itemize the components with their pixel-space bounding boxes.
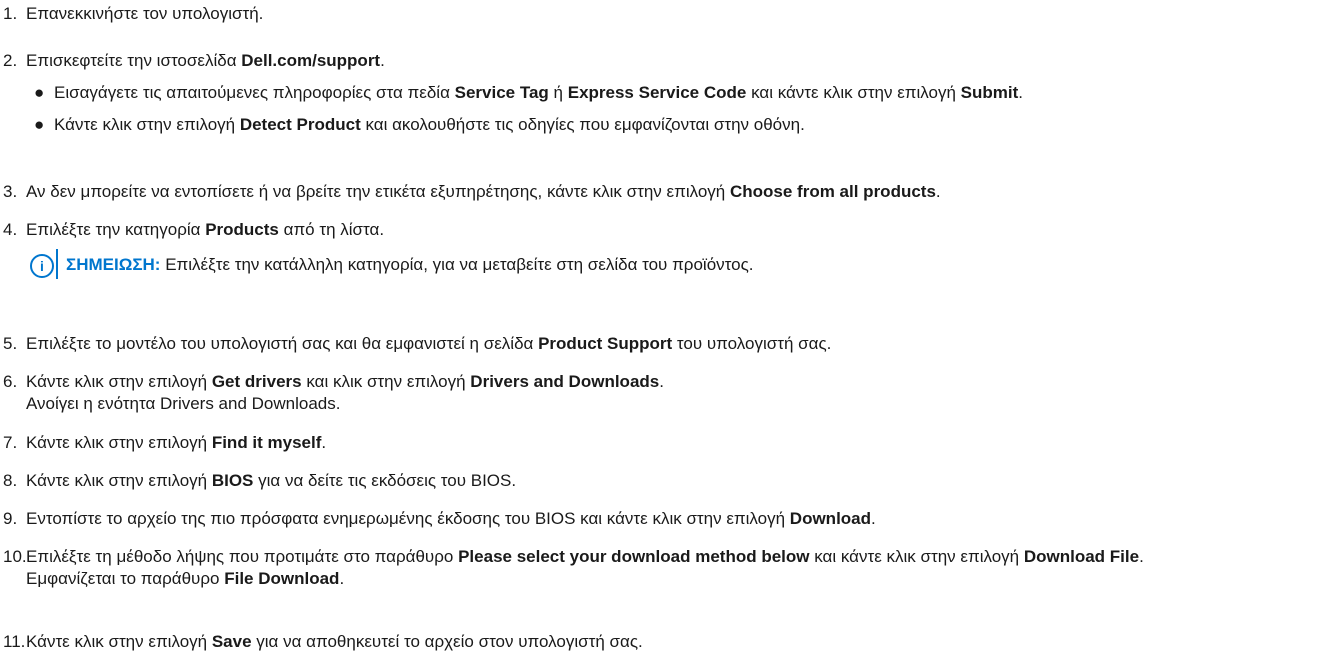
text-run: Ανοίγει η ενότητα Drivers and Downloads. (26, 394, 341, 413)
step-9: 9. Εντοπίστε το αρχείο της πιο πρόσφατα … (0, 508, 1329, 530)
text-run: από τη λίστα. (278, 220, 385, 239)
step-5: 5. Επιλέξτε το μοντέλο του υπολογιστή σα… (0, 333, 1329, 355)
step-number: 8. (3, 471, 18, 490)
bold-term: File Download (224, 569, 340, 588)
text-run: Κάντε κλικ στην επιλογή (26, 471, 212, 490)
text-run: Κάντε κλικ στην επιλογή (26, 632, 212, 651)
note-divider (56, 249, 58, 279)
bold-term: Express Service Code (567, 83, 747, 102)
text-run: Επιλέξτε την κατηγορία (26, 220, 206, 239)
bold-term: Download (789, 509, 872, 528)
step-text: Επανεκκινήστε τον υπολογιστή. (26, 3, 1329, 25)
text-run: Εντοπίστε το αρχείο της πιο πρόσφατα ενη… (26, 509, 790, 528)
text-run: . (935, 182, 941, 201)
text-run: . (380, 51, 385, 70)
step-1: 1. Επανεκκινήστε τον υπολογιστή. (0, 3, 1329, 25)
text-run: . (339, 569, 345, 588)
step-number: 10. (3, 547, 27, 566)
bullet-dot-icon: ● (34, 115, 45, 134)
note-text: ΣΗΜΕΙΩΣΗ: Επιλέξτε την κατάλληλη κατηγορ… (66, 254, 754, 276)
text-run: . (1018, 83, 1024, 102)
step-7: 7. Κάντε κλικ στην επιλογή Find it mysel… (0, 432, 1329, 454)
text-run: . (1139, 547, 1144, 566)
step-number: 9. (3, 509, 18, 528)
note-box: i ΣΗΜΕΙΩΣΗ: Επιλέξτε την κατάλληλη κατηγ… (26, 249, 1329, 287)
bold-term: Product Support (538, 334, 673, 353)
text-run: και κλικ στην επιλογή (301, 372, 471, 391)
text-run: Κάντε κλικ στην επιλογή (26, 372, 212, 391)
step-number: 3. (3, 182, 18, 201)
text-run: . (321, 433, 327, 452)
text-run: του υπολογιστή σας. (672, 334, 832, 353)
text-run: Επανεκκινήστε τον υπολογιστή. (26, 4, 264, 23)
step-number: 11. (3, 632, 26, 651)
sub-bullet-list: ● Εισαγάγετε τις απαιτούμενες πληροφορίε… (26, 82, 1329, 136)
bold-term: Choose from all products (730, 182, 936, 201)
instructions-page: 1. Επανεκκινήστε τον υπολογιστή. 2. Επισ… (0, 0, 1341, 659)
step-text: Επιλέξτε τη μέθοδο λήψης που προτιμάτε σ… (26, 546, 1329, 590)
text-run: και κάντε κλικ στην επιλογή (746, 83, 961, 102)
note-label: ΣΗΜΕΙΩΣΗ: (66, 255, 161, 274)
bold-term: Get drivers (211, 372, 302, 391)
bullet-item: ● Κάντε κλικ στην επιλογή Detect Product… (26, 114, 1329, 136)
text-run: και ακολουθήστε τις οδηγίες που εμφανίζο… (360, 115, 805, 134)
info-icon: i (30, 254, 54, 278)
bold-term: Save (211, 632, 252, 651)
step-text: Κάντε κλικ στην επιλογή Save για να αποθ… (26, 631, 1329, 653)
step-text: Επιλέξτε την κατηγορία Products από τη λ… (26, 219, 1329, 241)
step-2: 2. Επισκεφτείτε την ιστοσελίδα Dell.com/… (0, 50, 1329, 146)
text-run: Επιλέξτε τη μέθοδο λήψης που προτιμάτε σ… (26, 547, 459, 566)
step-4: 4. Επιλέξτε την κατηγορία Products από τ… (0, 219, 1329, 287)
step-text: Κάντε κλικ στην επιλογή Find it myself. (26, 432, 1329, 454)
bold-term: Service Tag (454, 83, 549, 102)
step-text: Εντοπίστε το αρχείο της πιο πρόσφατα ενη… (26, 508, 1329, 530)
text-run: για να δείτε τις εκδόσεις του BIOS. (253, 471, 517, 490)
step-text: Επιλέξτε το μοντέλο του υπολογιστή σας κ… (26, 333, 1329, 355)
text-run: . (871, 509, 876, 528)
text-run: ή (548, 83, 568, 102)
text-run: Αν δεν μπορείτε να εντοπίσετε ή να βρείτ… (26, 182, 730, 201)
step-number: 4. (3, 220, 18, 239)
bullet-text: Εισαγάγετε τις απαιτούμενες πληροφορίες … (54, 83, 1023, 102)
text-run: Κάντε κλικ στην επιλογή (26, 433, 212, 452)
step-11: 11. Κάντε κλικ στην επιλογή Save για να … (0, 631, 1329, 653)
step-number: 1. (3, 4, 18, 23)
text-run: . (659, 372, 664, 391)
text-run: Εμφανίζεται το παράθυρο (26, 569, 225, 588)
bold-term: Download File (1023, 547, 1140, 566)
step-number: 7. (3, 433, 18, 452)
text-run: Επισκεφτείτε την ιστοσελίδα (26, 51, 242, 70)
bold-term: Detect Product (239, 115, 361, 134)
bullet-dot-icon: ● (34, 83, 45, 102)
step-6: 6. Κάντε κλικ στην επιλογή Get drivers κ… (0, 371, 1329, 415)
step-number: 2. (3, 51, 18, 70)
note-body: Επιλέξτε την κατάλληλη κατηγορία, για να… (160, 255, 754, 274)
bold-term: Products (205, 220, 279, 239)
text-run: Εισαγάγετε τις απαιτούμενες πληροφορίες … (54, 83, 455, 102)
bold-term: Submit (960, 83, 1019, 102)
step-text: Κάντε κλικ στην επιλογή Get drivers και … (26, 371, 1329, 415)
step-3: 3. Αν δεν μπορείτε να εντοπίσετε ή να βρ… (0, 181, 1329, 203)
step-text: Κάντε κλικ στην επιλογή BIOS για να δείτ… (26, 470, 1329, 492)
step-number: 6. (3, 372, 18, 391)
step-text: Επισκεφτείτε την ιστοσελίδα Dell.com/sup… (26, 50, 1329, 72)
text-run: και κάντε κλικ στην επιλογή (809, 547, 1024, 566)
bold-term: Drivers and Downloads (470, 372, 660, 391)
text-run: Επιλέξτε το μοντέλο του υπολογιστή σας κ… (26, 334, 539, 353)
bullet-item: ● Εισαγάγετε τις απαιτούμενες πληροφορίε… (26, 82, 1329, 104)
step-8: 8. Κάντε κλικ στην επιλογή BIOS για να δ… (0, 470, 1329, 492)
bullet-text: Κάντε κλικ στην επιλογή Detect Product κ… (54, 115, 805, 134)
bold-term: Find it myself (211, 433, 322, 452)
step-number: 5. (3, 334, 18, 353)
bold-term: Dell.com/support (241, 51, 381, 70)
text-run: Κάντε κλικ στην επιλογή (54, 115, 240, 134)
step-10: 10. Επιλέξτε τη μέθοδο λήψης που προτιμά… (0, 546, 1329, 590)
bold-term: Please select your download method below (458, 547, 810, 566)
text-run: για να αποθηκευτεί το αρχείο στον υπολογ… (251, 632, 643, 651)
bold-term: BIOS (211, 471, 254, 490)
step-text: Αν δεν μπορείτε να εντοπίσετε ή να βρείτ… (26, 181, 1329, 203)
